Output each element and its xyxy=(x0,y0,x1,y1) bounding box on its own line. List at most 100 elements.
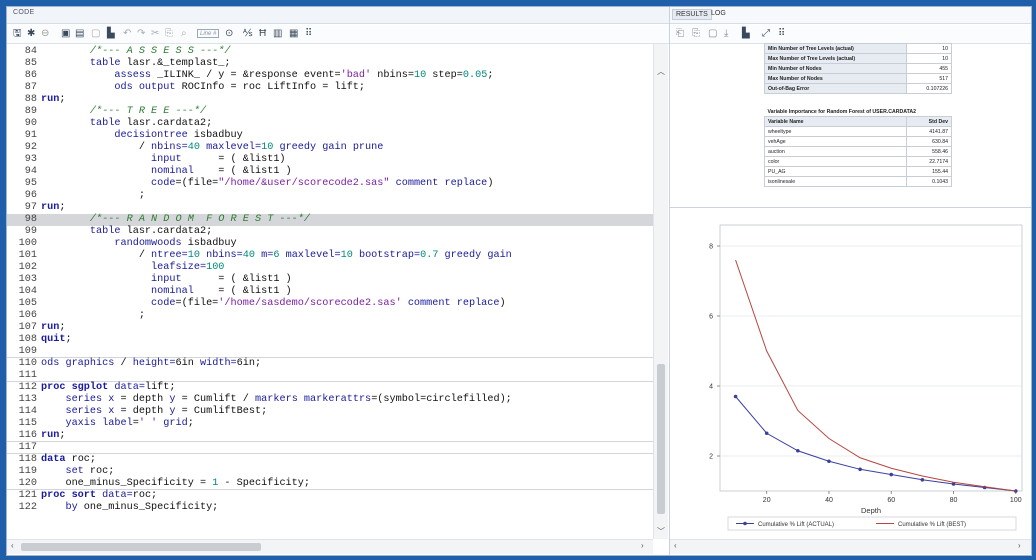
code-line[interactable]: 85 table lasr.&_templast_; xyxy=(7,58,653,70)
tab-code[interactable]: CODE xyxy=(13,9,34,16)
code-line[interactable]: 102 leafsize=100 xyxy=(7,262,653,274)
redo-icon[interactable]: ↷ xyxy=(137,28,145,40)
code-line[interactable]: 94 nominal = ( &list1 ) xyxy=(7,166,653,178)
code-text: run; xyxy=(41,202,65,214)
code-line[interactable]: 99 table lasr.cardata2; xyxy=(7,226,653,238)
paste-icon[interactable]: ⎘ xyxy=(165,28,173,40)
editor-horizontal-scroll-thumb[interactable] xyxy=(21,543,261,551)
back-icon[interactable]: ⎗ xyxy=(676,28,684,40)
code-line[interactable]: 92 / nbins=40 maxlevel=10 greedy gain pr… xyxy=(7,142,653,154)
run-icon[interactable]: ✱ xyxy=(27,28,35,40)
line-number: 89 xyxy=(24,106,37,117)
code-line[interactable]: 104 nominal = ( &list1 ) xyxy=(7,286,653,298)
code-line[interactable]: 97 run; xyxy=(7,202,653,214)
code-token: =(symbol=circlefilled); xyxy=(371,394,512,405)
code-line[interactable]: 106 ; xyxy=(7,310,653,322)
code-line[interactable]: 110 ods graphics / height=6in width=6in; xyxy=(7,358,653,370)
code-line[interactable]: 87 ods output ROCInfo = roc LiftInfo = l… xyxy=(7,82,653,94)
code-line[interactable]: 98 /*--- R A N D O M F O R E S T ---*/ xyxy=(7,214,653,226)
code-line[interactable]: 122 by one_minus_Specificity; xyxy=(7,502,653,514)
code-line[interactable]: 90 table lasr.cardata2; xyxy=(7,118,653,130)
code-line[interactable]: 88 run; xyxy=(7,94,653,106)
forward-icon[interactable]: ⎘ xyxy=(692,28,700,40)
print-icon[interactable]: ▙ xyxy=(742,28,750,40)
code-line[interactable]: 113 series x = depth y = Cumlift / marke… xyxy=(7,394,653,406)
code-token: markers markerattrs xyxy=(255,394,372,405)
code-line[interactable]: 105 code=(file='/home/sasdemo/scorecode2… xyxy=(7,298,653,310)
code-line[interactable]: 86 assess _ILINK_ / y = &response event=… xyxy=(7,70,653,82)
save-icon[interactable]: 🖫 xyxy=(13,28,22,40)
code-token: "/home/&user/scorecode2.sas" xyxy=(218,178,390,189)
scroll-right-icon[interactable]: › xyxy=(641,541,644,550)
cut-icon[interactable]: ✂ xyxy=(151,28,159,40)
code-text: /*--- R A N D O M F O R E S T ---*/ xyxy=(41,214,310,226)
code-line[interactable]: 108 quit; xyxy=(7,334,653,346)
undo-icon[interactable]: ↶ xyxy=(123,28,131,40)
code-tab-strip: CODE xyxy=(7,7,669,24)
line-number-box[interactable]: Line # xyxy=(197,29,219,38)
code-line[interactable]: 93 input = ( &list1) xyxy=(7,154,653,166)
find-icon[interactable]: ⌕ xyxy=(181,28,187,40)
save-file-icon[interactable]: ▣ xyxy=(61,28,70,40)
code-token: =(file= xyxy=(175,178,219,189)
scroll-left-icon[interactable]: ‹ xyxy=(11,541,14,550)
tab-log[interactable]: LOG xyxy=(708,9,729,18)
grid-icon[interactable]: ▦ xyxy=(289,28,298,40)
row-label: Min Number of Tree Levels (actual) xyxy=(764,43,907,54)
line-number: 107 xyxy=(18,322,37,333)
code-line[interactable]: 112 proc sgplot data=lift; xyxy=(7,382,653,394)
line-number: 99 xyxy=(24,226,37,237)
code-line[interactable]: 118 data roc; xyxy=(7,454,653,466)
code-token: 10 xyxy=(340,250,353,261)
code-line[interactable]: 103 input = ( &list1 ) xyxy=(7,274,653,286)
line-number: 88 xyxy=(24,94,37,105)
code-token: comment replace xyxy=(389,178,488,189)
code-line[interactable]: 121 proc sort data=roc; xyxy=(7,490,653,502)
results-horizontal-scrollbar[interactable]: ‹ › xyxy=(670,539,1031,554)
code-text: / ntree=10 nbins=40 m=6 maxlevel=10 boot… xyxy=(41,250,512,262)
results-divider xyxy=(670,207,1031,208)
code-line[interactable]: 100 randomwoods isbadbuy xyxy=(7,238,653,250)
clear-icon[interactable]: ⊖ xyxy=(41,28,49,40)
open-icon[interactable]: ▢ xyxy=(708,28,717,40)
code-line[interactable]: 96 ; xyxy=(7,190,653,202)
split-view-icon[interactable]: ▥ xyxy=(273,28,282,40)
code-line[interactable]: 84 /*--- A S S E S S ---*/ xyxy=(7,46,653,58)
code-line[interactable]: 114 series x = depth y = CumliftBest; xyxy=(7,406,653,418)
data-point xyxy=(889,472,894,477)
download-icon[interactable]: ⤓ xyxy=(724,28,728,40)
copy-icon[interactable]: ▢ xyxy=(91,28,100,40)
expand-icon[interactable]: ⤢ xyxy=(762,28,770,40)
code-token: / xyxy=(120,358,133,369)
save-as-icon[interactable]: ▤ xyxy=(75,28,84,40)
code-token: ; xyxy=(41,190,145,201)
editor-vertical-scrollbar[interactable]: ︿ ﹀ xyxy=(653,44,668,539)
code-token: quit xyxy=(41,334,66,345)
scroll-down-icon[interactable]: ﹀ xyxy=(657,526,665,537)
settings-icon[interactable]: ⠿ xyxy=(305,28,312,40)
editor-horizontal-scrollbar[interactable]: ‹ › xyxy=(7,539,653,554)
settings-icon[interactable]: ⠿ xyxy=(778,28,785,40)
code-token: 6in xyxy=(175,358,200,369)
code-line[interactable]: 91 decisiontree isbadbuy xyxy=(7,130,653,142)
editor-vertical-scroll-thumb[interactable] xyxy=(657,364,665,514)
code-text: set roc; xyxy=(41,466,114,478)
code-line[interactable]: 95 code=(file="/home/&user/scorecode2.sa… xyxy=(7,178,653,190)
scroll-left-icon[interactable]: ‹ xyxy=(674,541,677,550)
code-line[interactable]: 115 yaxis label=' ' grid; xyxy=(7,418,653,430)
target-icon[interactable]: ⊙ xyxy=(225,28,233,40)
scroll-right-icon[interactable]: › xyxy=(1018,541,1021,550)
code-editor[interactable]: 84 /*--- A S S E S S ---*/85 table lasr.… xyxy=(7,44,653,539)
code-line[interactable]: 101 / ntree=10 nbins=40 m=6 maxlevel=10 … xyxy=(7,250,653,262)
code-line[interactable]: 107 run; xyxy=(7,322,653,334)
snippets-icon[interactable]: Ħ xyxy=(259,28,266,40)
code-token: width= xyxy=(199,358,237,369)
print-icon[interactable]: ▙ xyxy=(107,28,115,40)
scroll-up-icon[interactable]: ︿ xyxy=(657,66,665,77)
code-line[interactable]: 89 /*--- T R E E ---*/ xyxy=(7,106,653,118)
line-number: 98 xyxy=(24,214,37,225)
format-code-icon[interactable]: ⅍ xyxy=(243,28,252,40)
tab-results[interactable]: RESULTS xyxy=(672,9,712,20)
code-line[interactable]: 119 set roc; xyxy=(7,466,653,478)
code-token: data xyxy=(41,454,72,465)
